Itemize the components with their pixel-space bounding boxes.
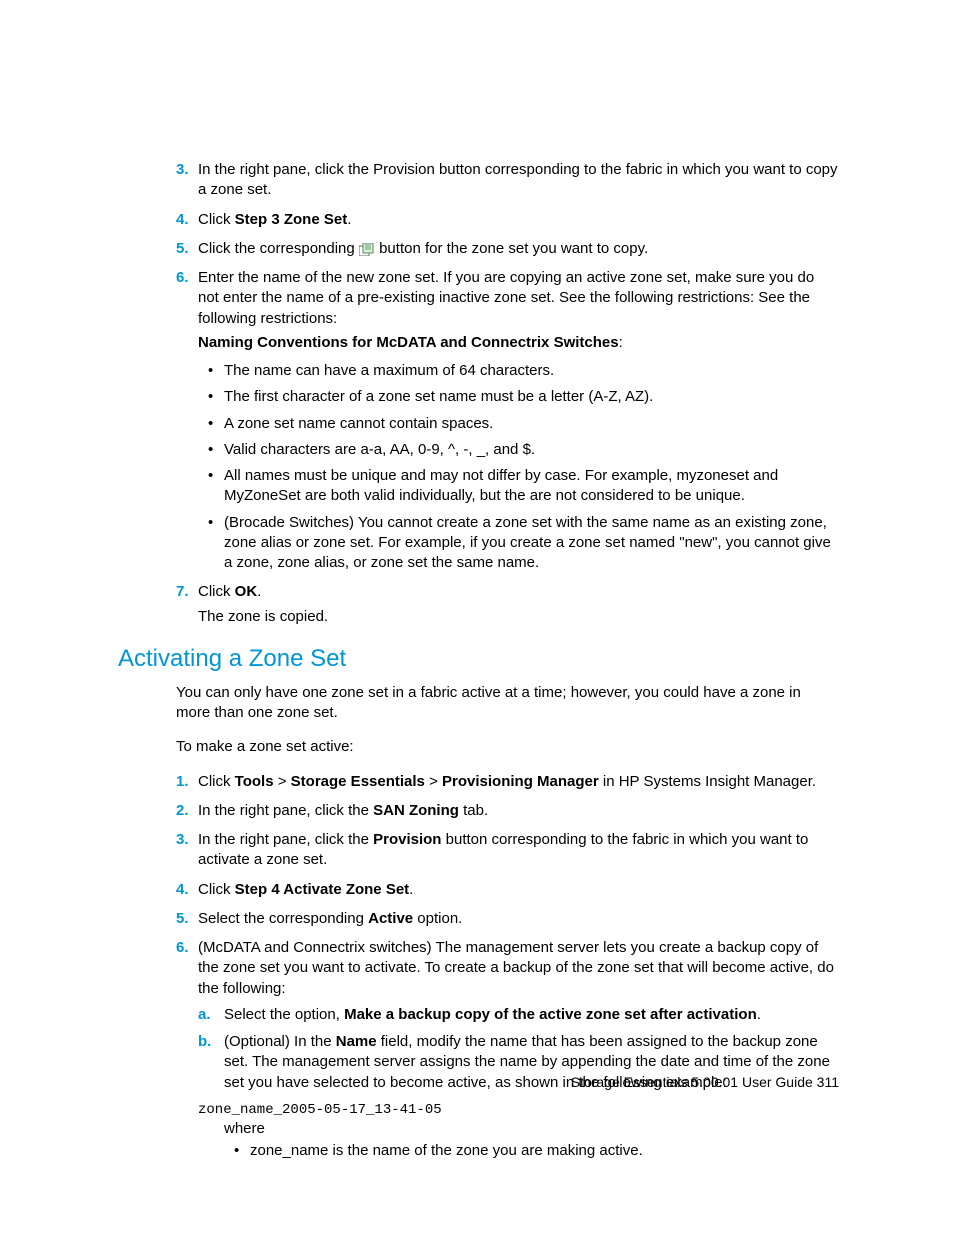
- step-text-bold: Step 3 Zone Set: [235, 211, 348, 228]
- where-bullets: zone_name is the name of the zone you ar…: [224, 1141, 839, 1161]
- bullet-item: All names must be unique and may not dif…: [198, 466, 839, 507]
- step-2: 2. In the right pane, click the SAN Zoni…: [118, 801, 839, 821]
- t: .: [757, 1006, 761, 1023]
- step-text: In the right pane, click the Provision b…: [198, 161, 838, 198]
- naming-bullets: The name can have a maximum of 64 charac…: [198, 361, 839, 573]
- step-number: 5.: [176, 909, 189, 929]
- code-example: zone_name_2005-05-17_13-41-05: [198, 1102, 839, 1118]
- t: in HP Systems Insight Manager.: [599, 773, 816, 790]
- step-text-suffix: .: [347, 211, 351, 228]
- step-number: 6.: [176, 938, 189, 958]
- step-number: 4.: [176, 210, 189, 230]
- step-6: 6. Enter the name of the new zone set. I…: [118, 268, 839, 573]
- b: SAN Zoning: [373, 802, 459, 819]
- step-7: 7. Click OK. The zone is copied.: [118, 582, 839, 627]
- t: tab.: [459, 802, 488, 819]
- t: In the right pane, click the: [198, 831, 373, 848]
- step-4: 4. Click Step 3 Zone Set.: [118, 210, 839, 230]
- intro-paragraph-2: To make a zone set active:: [176, 737, 839, 757]
- step-text-prefix: Click: [198, 583, 235, 600]
- b: Name: [336, 1033, 377, 1050]
- t: .: [409, 881, 413, 898]
- bullet-item: The first character of a zone set name m…: [198, 387, 839, 407]
- t: >: [274, 773, 291, 790]
- b: Provision: [373, 831, 441, 848]
- copy-icon: [359, 242, 375, 255]
- b: Provisioning Manager: [442, 773, 599, 790]
- b: Tools: [235, 773, 274, 790]
- step-text-prefix: Click the corresponding: [198, 240, 359, 257]
- step-text-bold: OK: [235, 583, 258, 600]
- t: Select the corresponding: [198, 910, 368, 927]
- page-content: 3. In the right pane, click the Provisio…: [0, 0, 954, 1161]
- step-number: 3.: [176, 830, 189, 850]
- naming-header: Naming Conventions for McDATA and Connec…: [198, 333, 839, 353]
- step-number: 1.: [176, 772, 189, 792]
- t: Click: [198, 881, 235, 898]
- bottom-ordered-list: 1. Click Tools > Storage Essentials > Pr…: [118, 772, 839, 1093]
- t: (Optional) In the: [224, 1033, 336, 1050]
- step-5: 5. Click the corresponding button for th…: [118, 239, 839, 259]
- sub-step-number: a.: [198, 1005, 211, 1025]
- t: In the right pane, click the: [198, 802, 373, 819]
- t: Click: [198, 773, 235, 790]
- step-number: 3.: [176, 160, 189, 180]
- step-number: 7.: [176, 582, 189, 602]
- step-text-suffix: button for the zone set you want to copy…: [375, 240, 648, 257]
- step-3: 3. In the right pane, click the Provisio…: [118, 830, 839, 871]
- b: Make a backup copy of the active zone se…: [344, 1006, 757, 1023]
- sub-step-a: a. Select the option, Make a backup copy…: [198, 1005, 839, 1025]
- bullet-item: (Brocade Switches) You cannot create a z…: [198, 513, 839, 574]
- step-3: 3. In the right pane, click the Provisio…: [118, 160, 839, 201]
- step-number: 2.: [176, 801, 189, 821]
- t: option.: [413, 910, 462, 927]
- section-heading: Activating a Zone Set: [118, 645, 839, 673]
- step-number: 5.: [176, 239, 189, 259]
- step-text-suffix: .: [257, 583, 261, 600]
- copied-note: The zone is copied.: [198, 607, 839, 627]
- bullet-item: Valid characters are a-a, AA, 0-9, ^, -,…: [198, 440, 839, 460]
- bullet-item: zone_name is the name of the zone you ar…: [224, 1141, 839, 1161]
- step-text-prefix: Click: [198, 211, 235, 228]
- b: Storage Essentials: [291, 773, 425, 790]
- step-text: Enter the name of the new zone set. If y…: [198, 269, 814, 327]
- top-ordered-list: 3. In the right pane, click the Provisio…: [118, 160, 839, 627]
- step-5: 5. Select the corresponding Active optio…: [118, 909, 839, 929]
- bullet-item: The name can have a maximum of 64 charac…: [198, 361, 839, 381]
- step-text: (McDATA and Connectrix switches) The man…: [198, 939, 834, 997]
- step-4: 4. Click Step 4 Activate Zone Set.: [118, 880, 839, 900]
- step-1: 1. Click Tools > Storage Essentials > Pr…: [118, 772, 839, 792]
- where-label: where: [224, 1120, 839, 1137]
- naming-header-text: Naming Conventions for McDATA and Connec…: [198, 334, 619, 351]
- step-number: 4.: [176, 880, 189, 900]
- intro-paragraph-1: You can only have one zone set in a fabr…: [176, 683, 839, 724]
- sub-step-number: b.: [198, 1032, 211, 1052]
- t: >: [425, 773, 442, 790]
- step-number: 6.: [176, 268, 189, 288]
- bullet-item: A zone set name cannot contain spaces.: [198, 414, 839, 434]
- b: Step 4 Activate Zone Set: [235, 881, 410, 898]
- t: Select the option,: [224, 1006, 344, 1023]
- b: Active: [368, 910, 413, 927]
- page-footer: Storage Essentials 5.00.01 User Guide 31…: [571, 1074, 839, 1090]
- step-6: 6. (McDATA and Connectrix switches) The …: [118, 938, 839, 1093]
